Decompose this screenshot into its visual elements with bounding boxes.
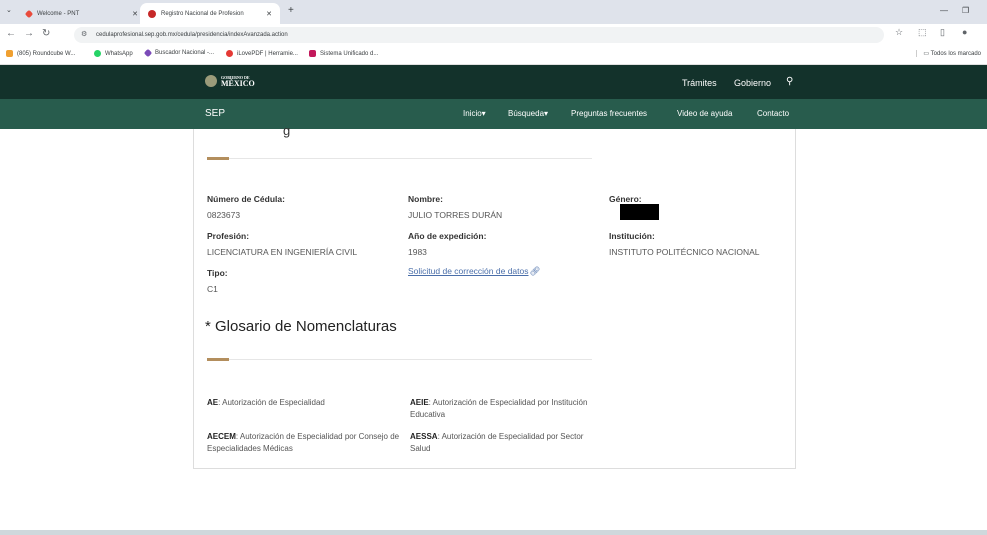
tramites-link[interactable]: Trámites — [682, 78, 717, 88]
tipo-label: Tipo: — [207, 268, 228, 278]
forward-icon[interactable]: → — [24, 28, 34, 39]
sistema-icon — [309, 50, 316, 57]
bookmark-ilovepdf[interactable]: iLovePDF | Herramie... — [226, 50, 298, 57]
folder-icon: ▭ — [923, 51, 931, 57]
footer-strip — [0, 530, 987, 535]
menu-busqueda[interactable]: Búsqueda▾ — [508, 109, 548, 118]
menu-video-ayuda[interactable]: Video de ayuda — [677, 109, 732, 118]
nombre-label: Nombre: — [408, 194, 443, 204]
glossary-code: AESSA — [410, 432, 438, 441]
tab-label: Registro Nacional de Profesion — [161, 10, 244, 17]
buscador-icon — [143, 48, 153, 58]
bookmark-label: (805) Roundcube W... — [17, 50, 76, 57]
profile-icon[interactable]: ● — [962, 27, 967, 37]
bookmark-label: Sistema Unificado d... — [320, 50, 379, 57]
bookmark-buscador[interactable]: Buscador Nacional -... — [143, 48, 215, 58]
glossary-code: AECEM — [207, 432, 236, 441]
menu-contacto[interactable]: Contacto — [757, 109, 789, 118]
cedula-label: Número de Cédula: — [207, 194, 285, 204]
cedula-value: 0823673 — [207, 210, 241, 220]
bookmark-label: Buscador Nacional -... — [155, 50, 215, 56]
extensions-icon[interactable]: ⬚ — [918, 27, 927, 38]
bookmark-roundcube[interactable]: (805) Roundcube W... — [6, 50, 75, 57]
all-bookmarks-folder[interactable]: ▭ Todos los marcado — [916, 50, 981, 57]
address-bar-row: ← → ↻ ⚙ cedulaprofesional.sep.gob.mx/ced… — [0, 24, 987, 46]
close-icon[interactable]: ✕ — [132, 10, 138, 18]
glossary-code: AE — [207, 398, 219, 407]
glossary-item-aecem: AECEM: Autorización de Especialidad por … — [207, 431, 407, 455]
glossary-item-aeie: AEIE: Autorización de Especialidad por I… — [410, 397, 595, 421]
logo-main-text: MÉXICO — [221, 79, 255, 88]
glossary-text: : Autorización de Especialidad por Conse… — [207, 432, 400, 453]
bookmark-whatsapp[interactable]: WhatsApp — [94, 50, 133, 57]
site-info-icon[interactable]: ⚙ — [81, 30, 87, 38]
glossary-item-aessa: AESSA: Autorización de Especialidad por … — [410, 431, 595, 455]
sep-navbar: SEP Inicio▾ Búsqueda▾ Preguntas frecuent… — [0, 99, 987, 129]
tab-search-icon[interactable]: ⌄ — [6, 6, 12, 14]
bookmarks-bar: (805) Roundcube W... WhatsApp Buscador N… — [0, 46, 987, 65]
logo-text: GOBIERNO DE MÉXICO — [221, 75, 255, 88]
glossary-code: AEIE — [410, 398, 429, 407]
institucion-label: Institución: — [609, 231, 655, 241]
genero-redacted — [620, 204, 659, 220]
bookmark-sistema[interactable]: Sistema Unificado d... — [309, 50, 378, 57]
gold-divider — [207, 358, 229, 361]
gold-divider — [207, 157, 229, 160]
sidebar-icon[interactable]: ▯ — [940, 27, 945, 38]
coat-of-arms-icon — [205, 75, 217, 87]
divider-line — [229, 359, 592, 360]
url-text: cedulaprofesional.sep.gob.mx/cedula/pres… — [96, 32, 288, 38]
anio-value: 1983 — [408, 247, 427, 257]
search-icon[interactable]: ⚲ — [786, 76, 793, 87]
menu-preguntas[interactable]: Preguntas frecuentes — [571, 109, 647, 118]
roundcube-icon — [6, 50, 13, 57]
institucion-value: INSTITUTO POLITÉCNICO NACIONAL — [609, 247, 760, 257]
gob-mexico-logo[interactable]: GOBIERNO DE MÉXICO — [205, 75, 255, 88]
menu-inicio[interactable]: Inicio▾ — [463, 109, 486, 118]
profesion-value: LICENCIATURA EN INGENIERÍA CIVIL — [207, 247, 358, 257]
minimize-icon[interactable]: — — [940, 6, 948, 15]
gobierno-link[interactable]: Gobierno — [734, 78, 771, 88]
bookmark-label: WhatsApp — [105, 50, 133, 57]
bookmark-label: iLovePDF | Herramie... — [237, 50, 298, 57]
profesion-label: Profesión: — [207, 231, 250, 241]
anio-label: Año de expedición: — [408, 231, 487, 241]
ilovepdf-icon — [226, 50, 233, 57]
genero-label: Género: — [609, 194, 642, 204]
glossary-text: : Autorización de Especialidad por Insti… — [410, 398, 588, 419]
browser-tab-bar: ⌄ Welcome - PNT ✕ Registro Nacional de P… — [0, 0, 987, 24]
back-icon[interactable]: ← — [6, 28, 16, 39]
tipo-value: C1 — [207, 284, 218, 294]
reload-icon[interactable]: ↻ — [42, 28, 50, 39]
close-icon[interactable]: ✕ — [266, 10, 272, 18]
restore-icon[interactable]: ❐ — [962, 6, 969, 15]
whatsapp-icon — [94, 50, 101, 57]
tab-registro-nacional[interactable]: Registro Nacional de Profesion ✕ — [140, 3, 280, 24]
correction-link-text: Solicitud de corrección de datos — [408, 266, 529, 276]
glossary-text: : Autorización de Especialidad — [218, 398, 325, 407]
tab-label: Welcome - PNT — [37, 10, 80, 17]
new-tab-icon[interactable]: + — [288, 5, 294, 16]
nombre-value: JULIO TORRES DURÁN — [408, 210, 503, 220]
bookmark-star-icon[interactable]: ☆ — [895, 27, 903, 38]
link-icon: 🔗︎ — [529, 266, 541, 276]
section-heading-fragment: g — [283, 123, 291, 138]
sep-favicon-icon — [148, 9, 156, 18]
correction-link[interactable]: Solicitud de corrección de datos🔗︎ — [408, 266, 540, 277]
sep-brand[interactable]: SEP — [205, 108, 225, 119]
tab-welcome-pnt[interactable]: Welcome - PNT ✕ — [18, 3, 146, 24]
gob-header: GOBIERNO DE MÉXICO Trámites Gobierno ⚲ — [0, 65, 987, 99]
glossary-title: * Glosario de Nomenclaturas — [205, 318, 397, 335]
url-input[interactable]: ⚙ cedulaprofesional.sep.gob.mx/cedula/pr… — [74, 27, 884, 43]
all-bookmarks-label: Todos los marcado — [930, 51, 981, 57]
pnt-favicon-icon — [24, 9, 34, 18]
divider-line — [229, 158, 592, 159]
glossary-item-ae: AE: Autorización de Especialidad — [207, 397, 397, 409]
